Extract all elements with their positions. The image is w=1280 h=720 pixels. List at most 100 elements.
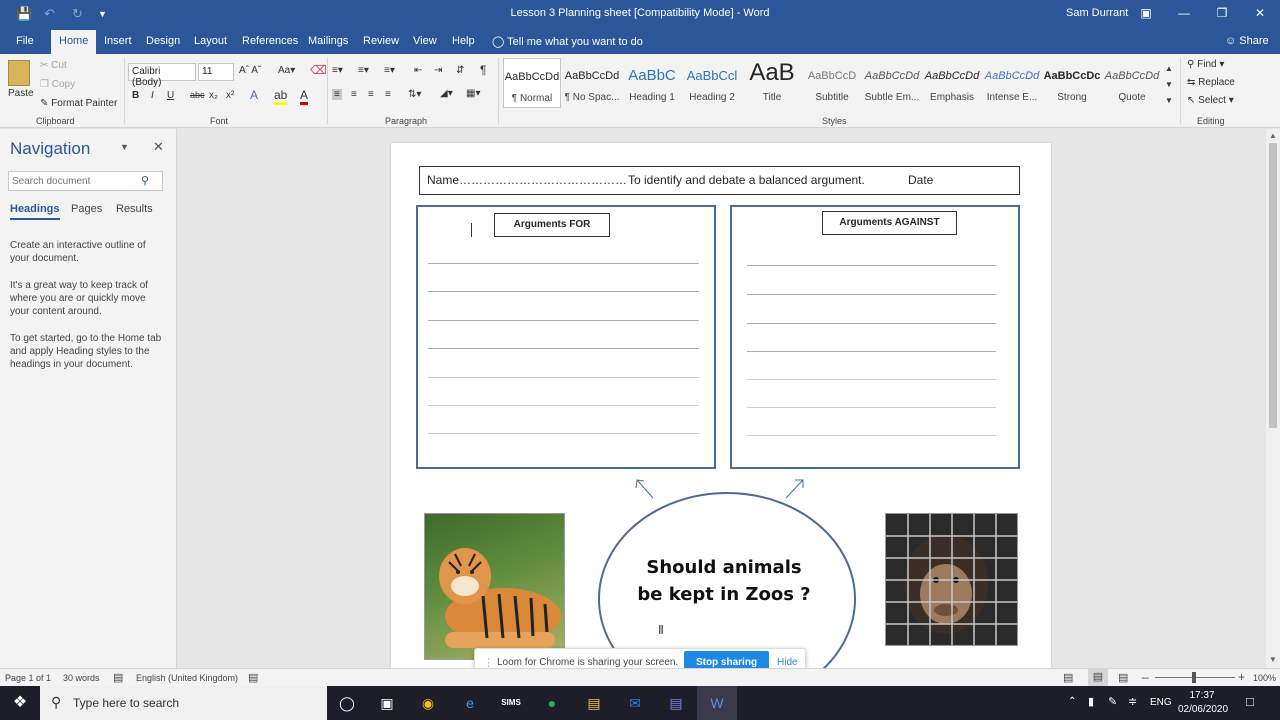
print-layout-icon[interactable]: ▤ bbox=[1088, 669, 1108, 686]
zoom-in-icon[interactable]: + bbox=[1238, 670, 1245, 684]
strikethrough-icon[interactable]: abc bbox=[190, 90, 205, 100]
input-language[interactable]: ENG bbox=[1150, 697, 1172, 708]
macro-icon[interactable]: ▤ bbox=[248, 671, 258, 684]
paste-button[interactable]: Paste bbox=[8, 88, 34, 99]
text-effects-icon[interactable]: A bbox=[250, 88, 258, 102]
pen-icon[interactable]: ✎ bbox=[1108, 695, 1117, 708]
multilevel-list-icon[interactable]: ≡▾ bbox=[384, 65, 395, 76]
tab-help[interactable]: Help bbox=[452, 35, 475, 47]
style-heading-2[interactable]: AaBbCcl Heading 2 bbox=[683, 58, 741, 108]
task-view-icon[interactable]: ▣ bbox=[367, 686, 407, 720]
tab-insert[interactable]: Insert bbox=[104, 35, 132, 47]
minimize-icon[interactable]: — bbox=[1174, 6, 1194, 20]
tab-headings[interactable]: Headings bbox=[10, 203, 60, 220]
replace-button[interactable]: ⇆ Replace bbox=[1187, 77, 1235, 88]
italic-icon[interactable]: I bbox=[151, 90, 154, 101]
battery-icon[interactable]: ▮ bbox=[1088, 695, 1094, 708]
paste-icon[interactable] bbox=[8, 60, 30, 86]
scroll-thumb[interactable] bbox=[1269, 143, 1277, 428]
copy-button[interactable]: ❐ Copy bbox=[40, 79, 75, 90]
word-count[interactable]: 30 words bbox=[63, 673, 100, 683]
highlight-icon[interactable]: ab bbox=[274, 88, 288, 105]
font-name-box[interactable]: Calibri (Body) bbox=[128, 63, 196, 88]
read-mode-icon[interactable]: ▤ bbox=[1063, 671, 1073, 684]
tab-view[interactable]: View bbox=[413, 35, 437, 47]
tab-results[interactable]: Results bbox=[116, 203, 153, 215]
arguments-for-box[interactable]: Arguments FOR bbox=[416, 205, 716, 469]
question-text[interactable]: Should animals be kept in Zoos ? bbox=[623, 554, 825, 608]
format-painter-button[interactable]: ✎ Format Painter bbox=[40, 98, 117, 109]
style-normal[interactable]: AaBbCcDd ¶ Normal bbox=[503, 58, 561, 108]
styles-more-icon[interactable]: ▼ bbox=[1165, 96, 1173, 105]
style-heading-1[interactable]: AaBbC Heading 1 bbox=[623, 58, 681, 108]
zoom-out-icon[interactable]: – bbox=[1142, 670, 1149, 684]
cut-button[interactable]: ✂ Cut bbox=[40, 60, 67, 71]
style-intense-emphasis[interactable]: AaBbCcDd Intense E... bbox=[983, 58, 1041, 108]
name-field[interactable]: Name…………………………………… bbox=[427, 173, 627, 187]
style-quote[interactable]: AaBbCcDd Quote bbox=[1103, 58, 1161, 108]
teams-icon[interactable]: ▤ bbox=[656, 686, 696, 720]
notifications-icon[interactable]: □ bbox=[1246, 694, 1254, 709]
font-color-icon[interactable]: A bbox=[300, 88, 309, 105]
nav-options-icon[interactable]: ▼ bbox=[120, 142, 129, 152]
bullets-icon[interactable]: ≡▾ bbox=[332, 65, 343, 76]
align-center-icon[interactable]: ≡ bbox=[351, 89, 357, 100]
underline-icon[interactable]: U bbox=[167, 90, 174, 101]
arguments-against-box[interactable]: Arguments AGAINST bbox=[730, 205, 1020, 469]
sims-app-icon[interactable]: SIMS bbox=[491, 686, 531, 720]
taskbar-search-box[interactable]: ⚲ Type here to search bbox=[40, 686, 327, 720]
clear-formatting-icon[interactable]: ⌫ bbox=[310, 63, 327, 77]
subscript-icon[interactable]: x₂ bbox=[209, 90, 218, 101]
tab-design[interactable]: Design bbox=[146, 35, 180, 47]
superscript-icon[interactable]: x² bbox=[226, 90, 234, 101]
show-marks-icon[interactable]: ¶ bbox=[480, 63, 486, 77]
tab-pages[interactable]: Pages bbox=[71, 203, 102, 215]
style-title[interactable]: AaB Title bbox=[743, 58, 801, 108]
show-hidden-icons[interactable]: ⌃ bbox=[1068, 696, 1076, 707]
chrome-icon[interactable]: ◉ bbox=[408, 686, 448, 720]
justify-icon[interactable]: ≡ bbox=[385, 89, 391, 100]
tab-file[interactable]: File bbox=[16, 35, 34, 47]
numbering-icon[interactable]: ≡▾ bbox=[358, 65, 369, 76]
hide-button[interactable]: Hide bbox=[777, 657, 798, 668]
styles-scroll-down-icon[interactable]: ▼ bbox=[1165, 80, 1173, 89]
search-icon[interactable]: ⚲ bbox=[141, 174, 149, 187]
decrease-indent-icon[interactable]: ⇤ bbox=[414, 65, 422, 76]
search-input[interactable] bbox=[9, 172, 135, 190]
zoom-slider-thumb[interactable] bbox=[1192, 672, 1196, 683]
web-layout-icon[interactable]: ▤ bbox=[1118, 671, 1128, 684]
align-right-icon[interactable]: ≡ bbox=[368, 89, 374, 100]
date-field[interactable]: Date bbox=[908, 173, 933, 187]
proofing-icon[interactable]: ▤ bbox=[113, 671, 123, 684]
page-count[interactable]: Page 1 of 1 bbox=[5, 673, 51, 683]
close-window-icon[interactable]: ✕ bbox=[1250, 6, 1270, 20]
increase-indent-icon[interactable]: ⇥ bbox=[434, 65, 442, 76]
style-strong[interactable]: AaBbCcDc Strong bbox=[1043, 58, 1101, 108]
wifi-icon[interactable]: ≑ bbox=[1128, 695, 1137, 708]
clock-date[interactable]: 02/06/2020 bbox=[1176, 704, 1230, 715]
tab-references[interactable]: References bbox=[242, 35, 298, 47]
cortana-icon[interactable]: ◯ bbox=[327, 686, 367, 720]
zoom-level[interactable]: 100% bbox=[1253, 673, 1276, 683]
scroll-down-icon[interactable]: ▼ bbox=[1269, 655, 1277, 664]
styles-scroll-up-icon[interactable]: ▲ bbox=[1165, 64, 1173, 73]
windows-start-icon[interactable]: ❖ bbox=[0, 686, 40, 720]
shading-icon[interactable]: ◢▾ bbox=[440, 88, 453, 99]
clock-time[interactable]: 17:37 bbox=[1182, 690, 1222, 701]
sort-icon[interactable]: ⇵ bbox=[456, 65, 464, 76]
style-no-spacing[interactable]: AaBbCcDd ¶ No Spac... bbox=[563, 58, 621, 108]
style-emphasis[interactable]: AaBbCcDd Emphasis bbox=[923, 58, 981, 108]
line-spacing-icon[interactable]: ⇅▾ bbox=[408, 89, 421, 100]
word-taskbar-icon[interactable]: W bbox=[697, 686, 737, 720]
change-case-icon[interactable]: Aa▾ bbox=[278, 65, 295, 76]
maximize-icon[interactable]: ❐ bbox=[1212, 6, 1232, 20]
tab-home[interactable]: Home bbox=[51, 30, 97, 54]
select-button[interactable]: ↖ Select ▾ bbox=[1187, 95, 1234, 106]
borders-icon[interactable]: ▦▾ bbox=[466, 88, 480, 99]
tell-me-box[interactable]: ◯ Tell me what you want to do bbox=[492, 35, 643, 48]
style-subtle-emphasis[interactable]: AaBbCcDd Subtle Em... bbox=[863, 58, 921, 108]
language-status[interactable]: English (United Kingdom) bbox=[136, 673, 238, 683]
ribbon-display-icon[interactable]: ▣ bbox=[1136, 6, 1156, 20]
style-subtitle[interactable]: AaBbCcD Subtitle bbox=[803, 58, 861, 108]
outlook-icon[interactable]: ✉ bbox=[615, 686, 655, 720]
